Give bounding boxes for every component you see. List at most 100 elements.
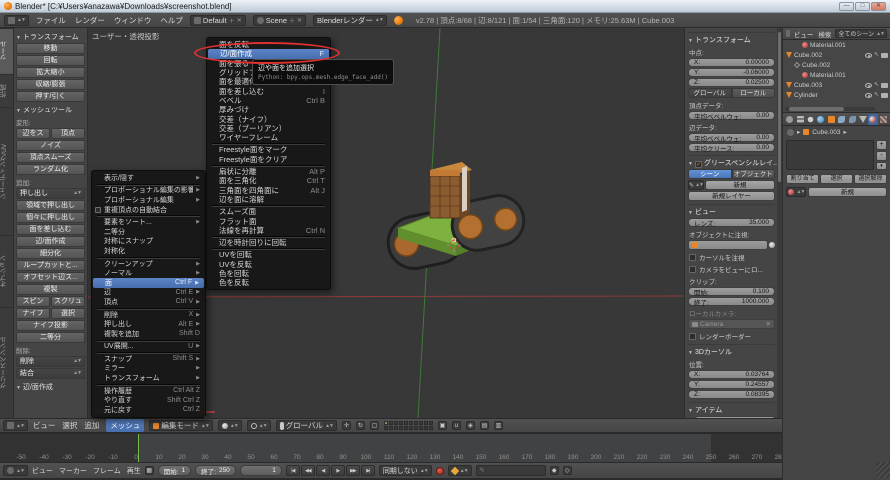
layer-toggle-2[interactable]: [389, 421, 393, 425]
delete-keyframe-button[interactable]: ◇: [563, 466, 572, 475]
editor-type-menu[interactable]: ▲▼: [4, 15, 29, 26]
remove-scene-icon[interactable]: ✕: [297, 17, 302, 24]
layer-toggle-3[interactable]: [394, 421, 398, 425]
npanel-button-新規[interactable]: 新規: [705, 180, 775, 190]
info-menu-ヘルプ[interactable]: ヘルプ: [160, 15, 183, 26]
info-menu-レンダー[interactable]: レンダー: [75, 15, 105, 26]
mesh-menu-item-頂点[interactable]: 頂点Ctrl V▶: [92, 297, 205, 307]
timeline-editor-type-menu[interactable]: ▲▼: [3, 465, 28, 476]
keying-set-dropdown[interactable]: ▲▼: [448, 465, 472, 476]
layer-toggle-10[interactable]: [429, 421, 433, 425]
current-frame-field[interactable]: 1: [240, 465, 282, 476]
face-menu-item-色を反転[interactable]: 色を反転: [207, 278, 330, 287]
info-menu-ファイル[interactable]: ファイル: [36, 15, 66, 26]
lock-to-object-field[interactable]: [688, 240, 768, 250]
scene-selector[interactable]: Scene ＋ ✕: [253, 15, 306, 26]
timeline-range-lock-icon[interactable]: ▦: [145, 466, 154, 475]
npanel-panel-ビュー[interactable]: ▼ビュー: [688, 204, 775, 217]
material-割り当て-button[interactable]: 割り当て: [786, 174, 819, 184]
timeline-menu-フレーム[interactable]: フレーム: [93, 466, 121, 476]
manipulator-scale-button[interactable]: ▢: [370, 421, 379, 430]
npanel-number-field-終了:[interactable]: 終了:1000.000: [688, 297, 775, 306]
toolshelf-button-スクリュ[interactable]: スクリュ: [51, 296, 85, 307]
sync-mode-selector[interactable]: 同期しない ▲▼: [379, 465, 432, 476]
layer-toggle-1[interactable]: [384, 421, 388, 425]
insert-keyframe-button[interactable]: ◆: [550, 466, 559, 475]
outliner-row-Cube.002[interactable]: Cube.002↖: [783, 50, 890, 60]
outliner-hscrollbar-thumb[interactable]: [789, 107, 844, 111]
layer-toggle-19[interactable]: [424, 426, 428, 430]
close-button[interactable]: ✕: [871, 2, 886, 11]
toolshelf-button-ナイフ投影[interactable]: ナイフ投影: [16, 320, 85, 331]
properties-tab-object-data[interactable]: [858, 114, 867, 125]
npanel-number-field-平均ベベルウェ:[interactable]: 平均ベベルウェ:0.00: [688, 133, 775, 142]
playback-button-2[interactable]: ◀: [316, 465, 330, 476]
layer-toggle-15[interactable]: [404, 426, 408, 430]
toolshelf-button-領域で押し出し[interactable]: 領域で押し出し: [16, 200, 85, 211]
outliner-hscrollbar[interactable]: [785, 107, 875, 111]
render-opengl-anim-button[interactable]: ▥: [494, 421, 503, 430]
toolshelf-menu-button-削除[interactable]: 削除▲▼: [16, 356, 85, 367]
outliner-row-Cylinder[interactable]: Cylinder↖: [783, 90, 890, 100]
toolshelf-button-ノイズ[interactable]: ノイズ: [16, 140, 85, 151]
maximize-button[interactable]: □: [855, 2, 870, 11]
render-opengl-button[interactable]: ▤: [480, 421, 489, 430]
selectability-pointer-icon[interactable]: ↖: [874, 83, 879, 88]
mesh-menu-item-スナップ[interactable]: スナップShift S▶: [92, 354, 205, 364]
toolshelf-button-拡大縮小[interactable]: 拡大縮小: [16, 67, 85, 78]
properties-tab-texture[interactable]: [879, 114, 888, 125]
mesh-menu-item-二等分[interactable]: 二等分: [92, 227, 205, 237]
npanel-panel-トランスフォーム[interactable]: ▼トランスフォーム: [688, 32, 775, 45]
clear-icon[interactable]: ✕: [766, 320, 771, 329]
toolshelf-button-細分化[interactable]: 細分化: [16, 248, 85, 259]
mesh-menu-item-削除[interactable]: 削除X▶: [92, 310, 205, 320]
mesh-menu-item-対称にスナップ[interactable]: 対称にスナップ: [92, 237, 205, 247]
screen-layout-selector[interactable]: Default ＋ ✕: [190, 15, 246, 26]
properties-tab-material[interactable]: [868, 114, 877, 125]
properties-tab-object[interactable]: [827, 114, 836, 125]
npanel-panel-グリースペンシルレイ...[interactable]: ▼✓グリースペンシルレイ...: [688, 155, 775, 168]
face-menu-item-辺を面に溶解[interactable]: 辺を面に溶解: [207, 195, 330, 204]
snap-element-icon[interactable]: ◈: [466, 421, 475, 430]
selectability-pointer-icon[interactable]: ↖: [874, 93, 879, 98]
toolshelf-panel-辺/面作成[interactable]: ▼辺/面作成: [16, 382, 85, 392]
outliner-row-Cube.003[interactable]: Cube.003↖: [783, 80, 890, 90]
toolshelf-menu-button-押し出し[interactable]: 押し出し▲▼: [16, 188, 85, 199]
layer-toggle-17[interactable]: [414, 426, 418, 430]
material-slot-list[interactable]: [786, 140, 874, 170]
toolshelf-button-ループカットと...[interactable]: ループカットと...: [16, 260, 85, 271]
outliner-menu-検索[interactable]: 検索: [818, 29, 831, 39]
npanel-panel-アイテム[interactable]: ▼アイテム: [688, 402, 775, 415]
mesh-menu-item-辺[interactable]: 辺Ctrl E▶: [92, 288, 205, 298]
info-menu-ウィンドウ[interactable]: ウィンドウ: [114, 15, 152, 26]
timeline-ruler[interactable]: -50-40-30-20-100102030405060708090100110…: [0, 433, 782, 462]
frame-start-field[interactable]: 開始: 1: [158, 465, 191, 476]
npanel-number-field-X:[interactable]: X:0.00000: [688, 58, 775, 67]
renderability-camera-icon[interactable]: [881, 53, 888, 58]
panel-checkbox-icon[interactable]: ✓: [695, 161, 702, 168]
npanel-number-field-平均ベベルウェ:[interactable]: 平均ベベルウェ:0.00: [688, 111, 775, 120]
view3d-menu-追加[interactable]: 追加: [84, 420, 99, 431]
viewport-shading-selector[interactable]: ▲▼: [218, 420, 242, 431]
toolshelf-panel-トランスフォーム[interactable]: ▼トランスフォーム: [16, 32, 85, 42]
playback-button-3[interactable]: ▶: [331, 465, 345, 476]
npanel-number-field-Y:[interactable]: Y:-0.06000: [688, 68, 775, 77]
npanel-checkbox-カメラをビューにロ...[interactable]: カメラをビューにロ...: [689, 264, 774, 274]
mesh-menu-item-クリーンアップ[interactable]: クリーンアップ▶: [92, 259, 205, 269]
view3d-editor-type-menu[interactable]: ▲▼: [3, 420, 28, 431]
npanel-panel-3Dカーソル[interactable]: ▼3Dカーソル: [688, 344, 775, 357]
face-menu-item-法線を再計算[interactable]: 法線を再計算Ctrl N: [207, 226, 330, 235]
npanel-number-field-Z:[interactable]: Z:0.02500: [688, 78, 775, 87]
toolshelf-tab-シェーディング/UV[interactable]: シェーディング/UV: [0, 107, 13, 235]
mesh-menu-item-ノーマル[interactable]: ノーマル▶: [92, 268, 205, 278]
segment-button-オブジェクト[interactable]: オブジェクト: [732, 169, 776, 179]
toolshelf-button-ナイフ[interactable]: ナイフ: [16, 308, 50, 319]
mesh-menu-item-操作履歴[interactable]: 操作履歴Ctrl Alt Z: [92, 386, 205, 396]
add-scene-icon[interactable]: ＋: [289, 16, 295, 25]
mesh-menu-item-複製を追加[interactable]: 複製を追加Shift D: [92, 329, 205, 339]
mode-selector[interactable]: 編集モード ▲▼: [149, 420, 212, 431]
layer-toggle-20[interactable]: [429, 426, 433, 430]
lock-icon[interactable]: ▣: [438, 421, 447, 430]
toolshelf-button-頂点[interactable]: 頂点: [51, 128, 85, 139]
toolshelf-button-二等分[interactable]: 二等分: [16, 332, 85, 343]
